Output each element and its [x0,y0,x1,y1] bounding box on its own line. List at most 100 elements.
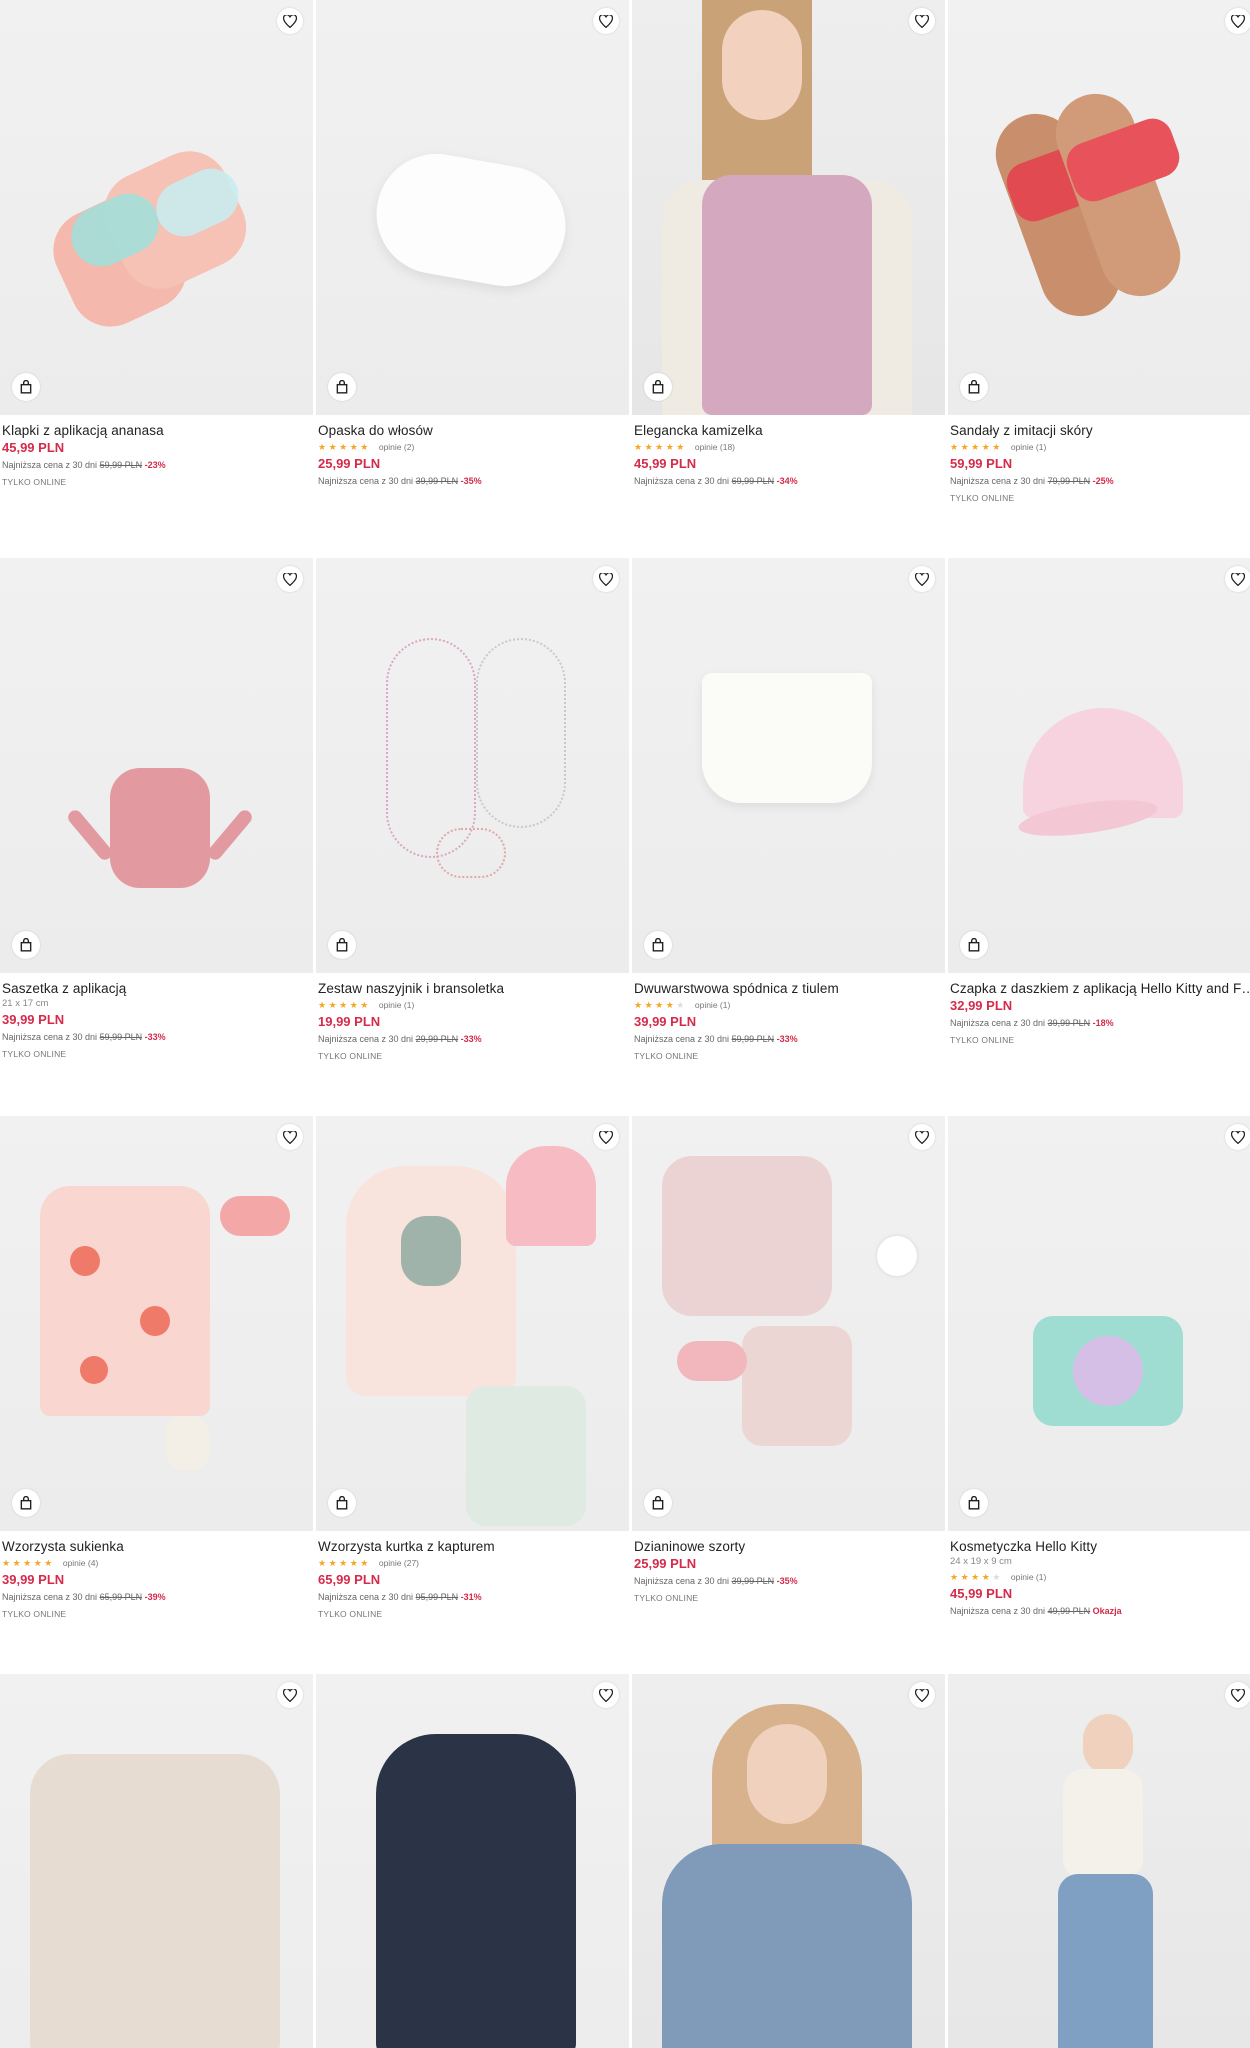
product-image[interactable] [632,558,945,973]
product-name[interactable]: Opaska do włosów [318,422,627,439]
product-image[interactable] [0,1116,313,1531]
product-image[interactable] [948,1116,1250,1531]
rating[interactable]: ★★★★★ opinie (18) [634,439,943,455]
shopping-bag-icon[interactable] [960,931,988,959]
rating[interactable]: ★★★★★ opinie (1) [318,997,627,1013]
product-image[interactable] [948,558,1250,973]
heart-icon[interactable] [1225,566,1250,592]
product-name[interactable]: Kosmetyczka Hello Kitty [950,1538,1250,1555]
rating[interactable]: ★★★★★ opinie (1) [950,1569,1250,1585]
shopping-bag-icon[interactable] [12,931,40,959]
product-image[interactable] [948,1674,1250,2048]
product-name[interactable]: Zestaw naszyjnik i bransoletka [318,980,627,997]
product-name[interactable]: Wzorzysta sukienka [2,1538,311,1555]
product-price: 45,99 PLN [2,440,65,455]
product-image[interactable] [0,558,313,973]
product-image[interactable] [316,558,629,973]
shopping-bag-icon[interactable] [960,373,988,401]
product-card[interactable] [316,1674,629,2048]
heart-icon[interactable] [909,1124,935,1150]
heart-icon[interactable] [909,566,935,592]
product-image[interactable] [632,1674,945,2048]
product-image[interactable] [316,1674,629,2048]
product-name[interactable]: Dwuwarstwowa spódnica z tiulem [634,980,943,997]
rating[interactable]: ★★★★★ opinie (1) [634,997,943,1013]
shopping-bag-icon[interactable] [644,373,672,401]
product-image[interactable] [948,0,1250,415]
product-name[interactable]: Klapki z aplikacją ananasa [2,422,311,439]
product-name[interactable]: Saszetka z aplikacją [2,980,311,997]
rating[interactable]: ★★★★★ opinie (4) [2,1555,311,1571]
product-card[interactable] [948,1674,1250,2048]
leggings-shape [466,1386,586,1526]
product-card[interactable]: Wzorzysta kurtka z kapturem ★★★★★ opinie … [316,1116,629,1623]
product-price: 65,99 PLN [318,1572,381,1587]
heart-icon[interactable] [1225,1682,1250,1708]
heart-icon[interactable] [1225,8,1250,34]
product-name[interactable]: Wzorzysta kurtka z kapturem [318,1538,627,1555]
product-image[interactable] [316,1116,629,1531]
review-count: opinie (1) [1010,442,1047,452]
product-card[interactable]: Dwuwarstwowa spódnica z tiulem ★★★★★ opin… [632,558,945,1065]
face-shape [747,1724,827,1824]
product-card[interactable]: Opaska do włosów ★★★★★ opinie (2) 25,99 P… [316,0,629,489]
rating-stars: ★★★★★ [950,442,1003,452]
shoe-shape [877,1236,917,1276]
review-count: opinie (1) [1010,1572,1047,1582]
rating[interactable]: ★★★★★ opinie (27) [318,1555,627,1571]
product-card[interactable]: Zestaw naszyjnik i bransoletka ★★★★★ opin… [316,558,629,1065]
heart-icon[interactable] [277,1682,303,1708]
product-card[interactable]: Czapka z daszkiem z aplikacją Hello Kitt… [948,558,1250,1049]
heart-icon[interactable] [593,566,619,592]
dress-shape [40,1186,210,1416]
skirt-shape [702,673,872,803]
sweater-shape [401,1216,461,1286]
product-card[interactable] [0,1674,313,2048]
face-shape [722,10,802,120]
heart-icon[interactable] [277,566,303,592]
cardigan-shape [662,1156,832,1316]
heart-icon[interactable] [593,8,619,34]
product-card[interactable]: Wzorzysta sukienka ★★★★★ opinie (4) 39,99… [0,1116,313,1623]
arm-shape [205,807,255,863]
product-card[interactable]: Kosmetyczka Hello Kitty 24 x 19 x 9 cm ★… [948,1116,1250,1619]
heart-icon[interactable] [593,1682,619,1708]
product-card[interactable]: Dzianinowe szorty 25,99 PLN Najniższa ce… [632,1116,945,1607]
shopping-bag-icon[interactable] [960,1489,988,1517]
heart-icon[interactable] [593,1124,619,1150]
bracelet-shape [436,828,506,878]
shopping-bag-icon[interactable] [328,1489,356,1517]
heart-icon[interactable] [277,1124,303,1150]
product-card[interactable]: Klapki z aplikacją ananasa 45,99 PLN Naj… [0,0,313,491]
product-name[interactable]: Czapka z daszkiem z aplikacją Hello Kitt… [950,980,1250,997]
shopping-bag-icon[interactable] [328,931,356,959]
lowest-price: Najniższa cena z 30 dni 39,99 PLN -35% [318,476,482,486]
shopping-bag-icon[interactable] [12,1489,40,1517]
product-image[interactable] [632,0,945,415]
product-image[interactable] [0,0,313,415]
product-image[interactable] [316,0,629,415]
product-image[interactable] [632,1116,945,1531]
product-name[interactable]: Elegancka kamizelka [634,422,943,439]
product-card[interactable]: Sandały z imitacji skóry ★★★★★ opinie (1)… [948,0,1250,507]
rating[interactable]: ★★★★★ opinie (1) [950,439,1250,455]
product-name[interactable]: Sandały z imitacji skóry [950,422,1250,439]
heart-icon[interactable] [1225,1124,1250,1150]
product-card[interactable] [632,1674,945,2048]
heart-icon[interactable] [277,8,303,34]
heart-icon[interactable] [909,8,935,34]
product-card[interactable]: Elegancka kamizelka ★★★★★ opinie (18) 45,… [632,0,945,489]
product-name[interactable]: Dzianinowe szorty [634,1538,943,1555]
pattern-dot [80,1356,108,1384]
shopping-bag-icon[interactable] [644,1489,672,1517]
shopping-bag-icon[interactable] [328,373,356,401]
product-card[interactable]: Saszetka z aplikacją 21 x 17 cm 39,99 PL… [0,558,313,1063]
product-image[interactable] [0,1674,313,2048]
shopping-bag-icon[interactable] [644,931,672,959]
product-price: 19,99 PLN [318,1014,381,1029]
jeans-shape [1058,1874,1153,2048]
heart-icon[interactable] [909,1682,935,1708]
rating[interactable]: ★★★★★ opinie (2) [318,439,627,455]
shopping-bag-icon[interactable] [12,373,40,401]
online-only-badge: TYLKO ONLINE [950,493,1015,503]
